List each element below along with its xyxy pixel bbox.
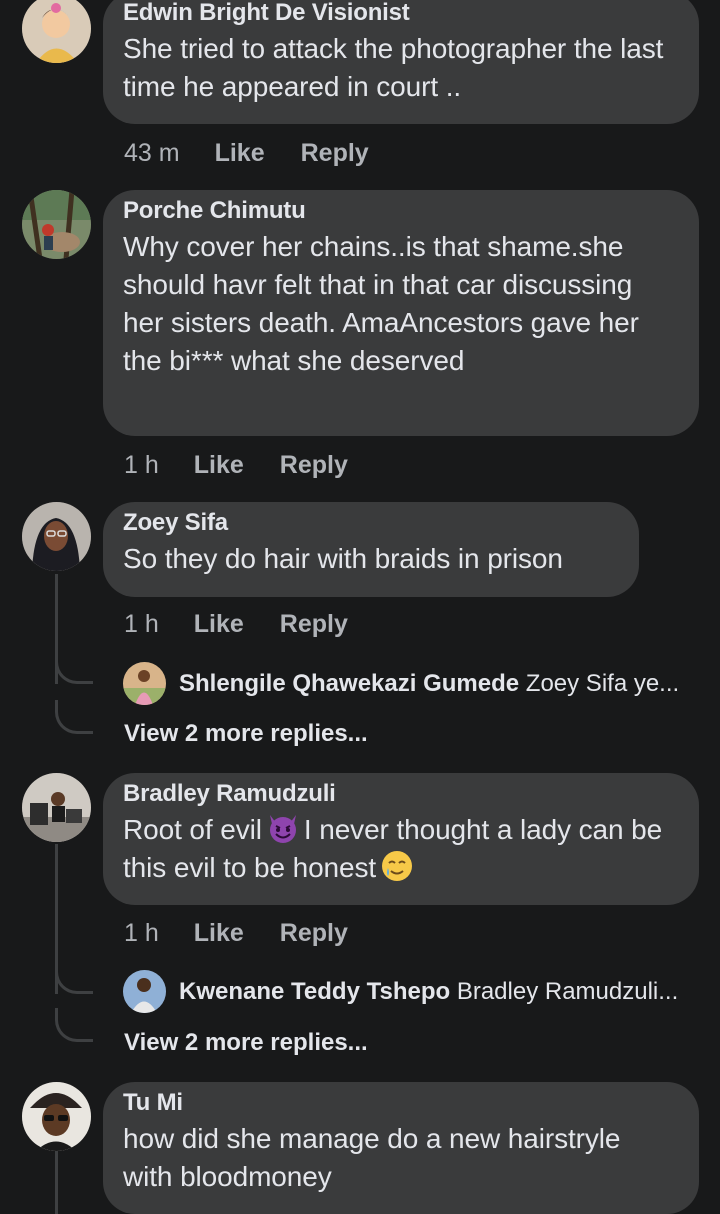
comment-author[interactable]: Bradley Ramudzuli: [123, 777, 677, 811]
comment-bubble[interactable]: Zoey Sifa So they do hair with braids in…: [103, 502, 639, 597]
thread-elbow: [55, 1008, 93, 1042]
comment-actions: 1 h Like Reply: [124, 916, 348, 950]
comment-bubble[interactable]: Bradley Ramudzuli Root of evil I never th…: [103, 773, 699, 905]
like-button[interactable]: Like: [194, 610, 244, 639]
comment-bubble[interactable]: Porche Chimutu Why cover her chains..is …: [103, 190, 699, 436]
comment-time[interactable]: 43 m: [124, 139, 180, 168]
comment-text: So they do hair with braids in prison: [123, 543, 563, 574]
reply-preview[interactable]: Kwenane Teddy Tshepo Bradley Ramudzuli..…: [179, 972, 699, 1012]
comment-bubble[interactable]: Edwin Bright De Visionist She tried to a…: [103, 0, 699, 124]
avatar-kwenane[interactable]: [123, 970, 166, 1013]
comments-feed: Edwin Bright De Visionist She tried to a…: [0, 0, 720, 1214]
comment-text-part: Root of evil: [123, 814, 262, 845]
tear-smile-emoji: [382, 851, 413, 881]
like-button[interactable]: Like: [194, 919, 244, 948]
comment-time[interactable]: 1 h: [124, 451, 159, 480]
avatar-bradley[interactable]: [22, 773, 91, 842]
comment-text: Why cover her chains..is that shame.she …: [123, 231, 639, 376]
view-more-replies[interactable]: View 2 more replies...: [124, 717, 368, 751]
reply-button[interactable]: Reply: [280, 451, 348, 480]
comment-actions: 1 h Like Reply: [124, 607, 348, 641]
comment-text: She tried to attack the photographer the…: [123, 33, 664, 102]
like-button[interactable]: Like: [215, 139, 265, 168]
comment-text: Root of evil I never thought a lady can b…: [123, 811, 677, 887]
smiling-devil-emoji: [269, 815, 296, 843]
comment-actions: 1 h Like Reply: [124, 448, 348, 482]
reply-text: Bradley Ramudzuli...: [456, 978, 679, 1005]
comment-author[interactable]: Edwin Bright De Visionist: [123, 0, 677, 30]
reply-button[interactable]: Reply: [280, 610, 348, 639]
avatar-tumi[interactable]: [22, 1082, 91, 1151]
thread-line: [55, 1150, 58, 1214]
avatar-shlengile[interactable]: [123, 662, 166, 705]
view-more-replies[interactable]: View 2 more replies...: [124, 1026, 368, 1060]
avatar-edwin[interactable]: [22, 0, 91, 63]
reply-button[interactable]: Reply: [280, 919, 348, 948]
avatar-porche[interactable]: [22, 190, 91, 259]
reply-author[interactable]: Kwenane Teddy Tshepo: [179, 978, 450, 1005]
reply-text: Zoey Sifa ye...: [525, 670, 680, 697]
reply-author[interactable]: Shlengile Qhawekazi Gumede: [179, 670, 519, 697]
avatar-zoey[interactable]: [22, 502, 91, 571]
comment-author[interactable]: Zoey Sifa: [123, 506, 617, 540]
comment-time[interactable]: 1 h: [124, 919, 159, 948]
comment-text: how did she manage do a new hairstryle w…: [123, 1123, 621, 1192]
thread-elbow: [55, 650, 93, 684]
comment-actions: 43 m Like Reply: [124, 136, 369, 170]
reply-preview[interactable]: Shlengile Qhawekazi Gumede Zoey Sifa ye.…: [179, 664, 699, 704]
thread-elbow: [55, 700, 93, 734]
comment-time[interactable]: 1 h: [124, 610, 159, 639]
comment-bubble[interactable]: Tu Mi how did she manage do a new hairst…: [103, 1082, 699, 1214]
reply-button[interactable]: Reply: [301, 139, 369, 168]
comment-author[interactable]: Porche Chimutu: [123, 194, 677, 228]
like-button[interactable]: Like: [194, 451, 244, 480]
thread-elbow: [55, 960, 93, 994]
comment-author[interactable]: Tu Mi: [123, 1086, 677, 1120]
